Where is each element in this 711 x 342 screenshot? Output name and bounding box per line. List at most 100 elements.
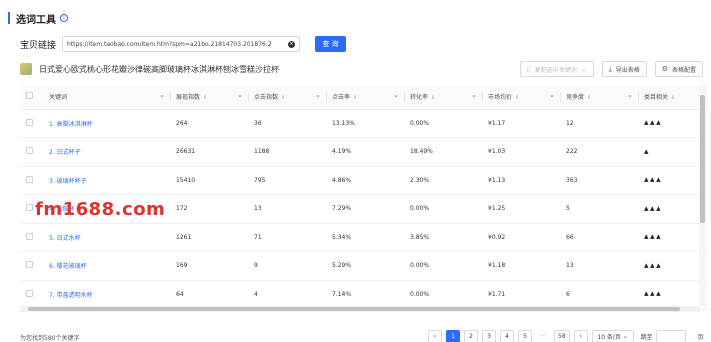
table-header-row: 关键词 ⏷ 展现指数 ⇕ ⏷ 点击指数 ⇕ ⏷ 点击率 ⇕ ⏷ 转化率 ⇕ ⏷ 市场均价 ⇕ ⏷ 竞争… xyxy=(20,85,708,110)
row-checkbox[interactable] xyxy=(26,204,33,212)
competition-cell: 13 xyxy=(566,262,574,270)
keyword-link[interactable]: 5. 日式水杯 xyxy=(49,235,81,242)
clicks-cell: 36 xyxy=(254,119,262,127)
cvr-cell: 0.00% xyxy=(410,205,430,213)
info-icon[interactable]: i xyxy=(60,14,68,22)
product-thumbnail xyxy=(20,63,32,75)
cvr-cell: 0.00% xyxy=(410,119,430,127)
impressions-cell: 64 xyxy=(176,290,184,298)
page-button[interactable]: 1 xyxy=(446,330,460,342)
page-size-select[interactable]: 10 条/页 ⌄ xyxy=(591,330,634,342)
page-button[interactable]: 58 xyxy=(554,330,570,342)
row-checkbox[interactable] xyxy=(26,232,33,240)
price-cell: ¥1.71 xyxy=(488,290,506,298)
table-row: 5. 日式水杯 1261 71 5.34% 3.85% ¥0.92 66 ▴▴▴ xyxy=(20,223,708,252)
thumbs-up-icon: ▴ xyxy=(656,289,662,300)
jump-label: 跳至 xyxy=(640,334,653,341)
column-header-keyword[interactable]: 关键词 ⏷ xyxy=(40,85,170,110)
relevance-rating: ▴▴▴ xyxy=(644,261,662,271)
column-header-price[interactable]: 市场均价 ⇕ ⏷ xyxy=(482,85,560,110)
horizontal-scroll-thumb[interactable] xyxy=(28,307,680,311)
page-title: 选词工具 xyxy=(16,14,56,26)
page-button[interactable]: 5 xyxy=(518,330,532,342)
url-input-value: https://item.taobao.com/item.htm?spm=a21… xyxy=(67,40,272,48)
thumbs-up-icon: ▴ xyxy=(656,175,662,186)
cvr-cell: 3.85% xyxy=(410,233,430,241)
clicks-cell: 1188 xyxy=(254,148,270,156)
thumbs-up-icon: ▴ xyxy=(644,146,650,157)
product-row: 日式爱心欧式桃心形花瓣沙律碗高脚玻璃杯冰淇淋杯刨冰雪糕沙拉杯 ▯ 复制选中关键词… xyxy=(20,60,703,78)
export-table-button[interactable]: ⤓ 导出表格 xyxy=(601,61,647,77)
relevance-rating: ▴▴▴ xyxy=(644,289,662,300)
copy-keywords-label: 复制选中关键词 xyxy=(534,66,577,74)
thumbs-up-icon: ▴ xyxy=(650,175,656,186)
thumbs-up-icon: ▴ xyxy=(650,232,656,243)
url-input[interactable]: https://item.taobao.com/item.htm?spm=a21… xyxy=(62,36,301,52)
sort-icon: ⇕ xyxy=(587,95,592,102)
row-checkbox[interactable] xyxy=(26,147,33,155)
table-footer: 为您找到580个关键字 ‹ 1 2 3 4 5 ··· 58 › 10 条/页 ⌄ 跳至 页 xyxy=(20,330,711,342)
keyword-link[interactable]: 2. 日式杯子 xyxy=(49,149,81,156)
keyword-link[interactable]: 3. 玻璃杯杯子 xyxy=(49,178,87,185)
sort-icon: ⇕ xyxy=(281,95,286,102)
sort-icon: ⇕ xyxy=(515,95,520,102)
table-config-button[interactable]: ⚙ 表格配置 xyxy=(654,61,703,77)
competition-cell: 66 xyxy=(566,233,574,241)
clicks-cell: 9 xyxy=(254,262,258,270)
thumbs-up-icon: ▴ xyxy=(656,203,662,214)
thumbs-up-icon: ▴ xyxy=(656,232,662,243)
vertical-scrollbar[interactable] xyxy=(699,85,706,306)
select-all-checkbox[interactable] xyxy=(26,92,33,100)
page-button[interactable]: 3 xyxy=(482,330,496,342)
jump-page-input[interactable] xyxy=(655,330,686,342)
page-button[interactable]: 4 xyxy=(500,330,514,342)
keyword-link[interactable]: 6. 樱花玻璃杯 xyxy=(49,263,87,270)
competition-cell: 363 xyxy=(566,176,578,184)
ctr-cell: 13.13% xyxy=(332,119,355,127)
column-header-impressions[interactable]: 展现指数 ⇕ ⏷ xyxy=(170,85,248,110)
price-cell: ¥1.25 xyxy=(488,205,506,213)
page-ellipsis[interactable]: ··· xyxy=(536,330,550,342)
row-checkbox[interactable] xyxy=(26,289,33,297)
competition-cell: 6 xyxy=(566,290,570,298)
clicks-cell: 4 xyxy=(254,290,258,298)
table-row: 3. 玻璃杯杯子 15410 795 4.86% 2.30% ¥1.13 363 ▴▴▴ xyxy=(20,166,708,195)
price-cell: ¥1.03 xyxy=(488,148,506,156)
next-page-button[interactable]: › xyxy=(573,330,588,342)
result-count: 为您找到580个关键字 xyxy=(20,334,80,342)
keyword-link[interactable]: 7. 带盖透明水杯 xyxy=(49,292,93,299)
gear-icon: ⚙ xyxy=(661,65,668,73)
sort-icon: ⇕ xyxy=(431,95,436,102)
ctr-cell: 5.34% xyxy=(332,233,352,241)
column-header-cvr[interactable]: 转化率 ⇕ ⏷ xyxy=(404,85,482,110)
page-button[interactable]: 2 xyxy=(464,330,478,342)
table-row: 1. 高脚冰淇淋杯 264 36 13.13% 0.00% ¥1.17 12 ▴▴▴ xyxy=(20,109,708,138)
clear-icon[interactable]: × xyxy=(288,40,296,48)
copy-keywords-button[interactable]: ▯ 复制选中关键词 ⌄ xyxy=(519,61,594,77)
impressions-cell: 172 xyxy=(176,205,188,213)
row-checkbox[interactable] xyxy=(26,175,33,183)
row-checkbox[interactable] xyxy=(26,118,33,126)
row-checkbox[interactable] xyxy=(26,261,33,269)
table-config-label: 表格配置 xyxy=(671,66,696,74)
copy-icon: ▯ xyxy=(526,65,531,73)
relevance-rating: ▴▴▴ xyxy=(644,175,662,186)
price-cell: ¥0.92 xyxy=(488,233,506,241)
column-header-relevance[interactable]: 类目相关⇕⏷ xyxy=(638,85,708,110)
search-button[interactable]: 查 询 xyxy=(315,36,347,52)
ctr-cell: 4.86% xyxy=(332,176,352,184)
vertical-scroll-thumb[interactable] xyxy=(700,95,705,223)
ctr-cell: 7.14% xyxy=(332,290,352,298)
ctr-cell: 5.29% xyxy=(332,262,352,270)
horizontal-scrollbar[interactable] xyxy=(20,306,700,312)
competition-cell: 12 xyxy=(566,119,574,127)
column-header-clicks[interactable]: 点击指数 ⇕ ⏷ xyxy=(248,85,326,110)
column-header-ctr[interactable]: 点击率 ⇕ ⏷ xyxy=(326,85,404,110)
thumbs-up-icon: ▴ xyxy=(650,289,656,300)
keyword-link[interactable]: 1. 高脚冰淇淋杯 xyxy=(49,121,93,128)
column-header-competition[interactable]: 竞争度 ⇕ ⏷ xyxy=(560,85,638,110)
prev-page-button[interactable]: ‹ xyxy=(428,330,442,342)
table-row: 2. 日式杯子 26631 1188 4.19% 18.49% ¥1.03 222 ▴ xyxy=(20,138,708,166)
watermark-text: fm1688.com xyxy=(35,199,166,220)
impressions-cell: 15410 xyxy=(176,176,196,184)
